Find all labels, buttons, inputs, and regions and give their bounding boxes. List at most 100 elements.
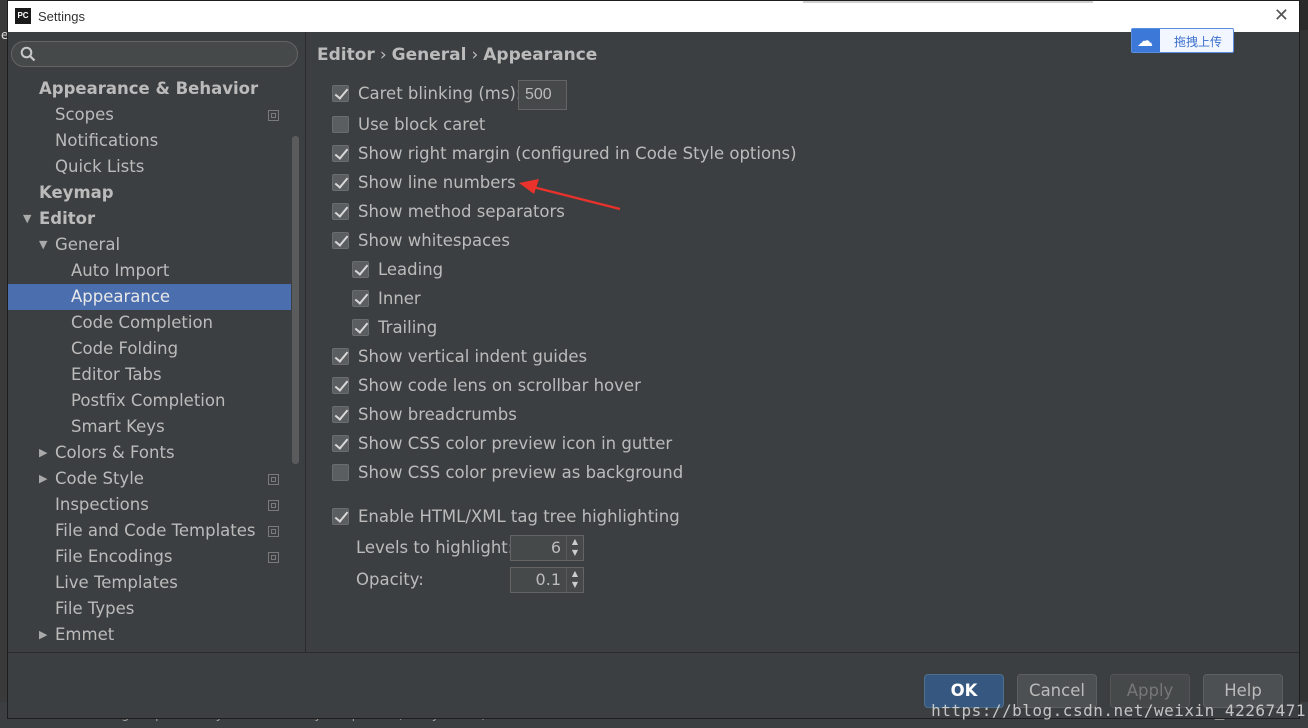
upload-label: 拖拽上传 [1174,35,1223,49]
sidebar-item-general[interactable]: ▼ General [8,232,291,258]
levels-to-highlight-spinner[interactable]: 6 ▲ ▼ [510,535,584,561]
show-vertical-indent-guides-checkbox[interactable] [332,348,349,365]
show-css-icon-checkbox[interactable] [332,435,349,452]
chevron-right-icon[interactable]: ▶ [39,440,47,466]
enable-tag-tree-checkbox[interactable] [332,508,349,525]
sidebar-item-notifications[interactable]: Notifications [8,128,291,154]
cloud-icon: ☁ [1132,29,1160,52]
use-block-caret-checkbox[interactable] [332,116,349,133]
sidebar-item-editor-tabs[interactable]: Editor Tabs [8,362,291,388]
show-line-numbers-checkbox[interactable] [332,174,349,191]
sidebar-item-label: Inspections [55,495,149,514]
chevron-down-icon[interactable]: ▼ [23,206,31,232]
sidebar-item-quick-lists[interactable]: Quick Lists [8,154,291,180]
spinner-arrows-icon[interactable]: ▲ ▼ [566,536,583,560]
title-bar-decoration [803,1,1093,3]
sidebar-item-label: Smart Keys [71,417,165,436]
sidebar-item-label: Auto Import [71,261,170,280]
project-scope-icon [268,552,279,563]
breadcrumb: Editor › General › Appearance [317,45,597,65]
project-scope-icon [268,500,279,511]
opacity-spinner[interactable]: 0.1 ▲ ▼ [510,567,584,593]
sidebar-item-keymap[interactable]: Keymap [8,180,291,206]
show-method-separators-label: Show method separators [358,202,565,221]
sidebar-item-colors-fonts[interactable]: ▶ Colors & Fonts [8,440,291,466]
sidebar-scrollbar[interactable] [292,136,299,464]
sidebar-item-appearance[interactable]: Appearance [8,284,291,310]
sidebar-item-label: Notifications [55,131,159,150]
show-whitespaces-label: Show whitespaces [358,231,510,250]
sidebar-item-file-types[interactable]: File Types [8,596,291,622]
settings-dialog: PC Settings ✕ Appearance & Behavior Scope… [7,0,1300,719]
whitespace-leading-checkbox[interactable] [352,261,369,278]
sidebar-item-appearance-behavior[interactable]: Appearance & Behavior [8,76,291,102]
sidebar-item-code-completion[interactable]: Code Completion [8,310,291,336]
sidebar-item-label: File and Code Templates [55,521,256,540]
show-code-lens-checkbox[interactable] [332,377,349,394]
project-scope-icon [268,526,279,537]
whitespace-trailing-checkbox[interactable] [352,319,369,336]
sidebar-item-file-and-code-templates[interactable]: File and Code Templates [8,518,291,544]
search-icon [20,46,36,62]
sidebar-item-code-folding[interactable]: Code Folding [8,336,291,362]
show-breadcrumbs-label: Show breadcrumbs [358,405,517,424]
sidebar-item-label: Live Templates [55,573,178,592]
sidebar-item-label: Editor [39,209,96,228]
close-icon[interactable]: ✕ [1274,5,1289,26]
show-css-background-label: Show CSS color preview as background [358,463,684,482]
whitespace-inner-checkbox[interactable] [352,290,369,307]
whitespace-inner-label: Inner [378,289,421,308]
show-css-icon-label: Show CSS color preview icon in gutter [358,434,673,453]
caret-blinking-checkbox[interactable] [332,85,349,102]
sidebar-item-emmet[interactable]: ▶ Emmet [8,622,291,648]
show-code-lens-label: Show code lens on scrollbar hover [358,376,641,395]
enable-tag-tree-label: Enable HTML/XML tag tree highlighting [358,507,680,526]
show-whitespaces-checkbox[interactable] [332,232,349,249]
search-input[interactable] [40,44,294,66]
spinner-arrows-icon[interactable]: ▲ ▼ [566,568,583,592]
sidebar-item-auto-import[interactable]: Auto Import [8,258,291,284]
window-title: Settings [38,9,85,24]
sidebar-item-label: Emmet [55,625,115,644]
search-box[interactable] [11,41,298,67]
caret-blinking-field[interactable] [518,80,567,110]
sidebar-item-postfix-completion[interactable]: Postfix Completion [8,388,291,414]
sidebar-item-label: Code Folding [71,339,179,358]
sidebar-item-label: Code Style [55,469,144,488]
breadcrumb-general: General [391,45,467,65]
project-scope-icon [268,474,279,485]
sidebar-item-label: Colors & Fonts [55,443,175,462]
sidebar-item-label: Keymap [39,183,114,202]
sidebar-item-inspections[interactable]: Inspections [8,492,291,518]
sidebar-item-scopes[interactable]: Scopes [8,102,291,128]
sidebar-item-label: File Encodings [55,547,173,566]
sidebar-item-label: Scopes [55,105,114,124]
upload-widget[interactable]: ☁ 拖拽上传 [1131,28,1234,53]
sidebar-item-file-encodings[interactable]: File Encodings [8,544,291,570]
chevron-down-icon[interactable]: ▼ [39,232,47,258]
chevron-right-icon[interactable]: ▶ [39,622,47,648]
sidebar-item-label: Postfix Completion [71,391,226,410]
show-right-margin-label: Show right margin (configured in Code St… [358,144,797,163]
show-css-background-checkbox[interactable] [332,464,349,481]
opacity-label: Opacity: [356,570,424,589]
show-breadcrumbs-checkbox[interactable] [332,406,349,423]
whitespace-trailing-label: Trailing [378,318,438,337]
sidebar-item-live-templates[interactable]: Live Templates [8,570,291,596]
sidebar-item-smart-keys[interactable]: Smart Keys [8,414,291,440]
breadcrumb-separator: › [379,45,387,65]
opacity-value: 0.1 [535,570,561,589]
sidebar-item-label: Appearance & Behavior [39,79,259,98]
levels-to-highlight-label: Levels to highlight: [356,538,514,557]
show-right-margin-checkbox[interactable] [332,145,349,162]
levels-to-highlight-value: 6 [550,538,561,557]
sidebar-item-label: Code Completion [71,313,213,332]
sidebar-item-code-style[interactable]: ▶ Code Style [8,466,291,492]
chevron-right-icon[interactable]: ▶ [39,466,47,492]
sidebar-item-editor[interactable]: ▼ Editor [8,206,291,232]
show-method-separators-checkbox[interactable] [332,203,349,220]
sidebar-item-label: Quick Lists [55,157,145,176]
sidebar-item-label: General [55,235,121,254]
show-vertical-indent-guides-label: Show vertical indent guides [358,347,588,366]
settings-tree: Appearance & Behavior Scopes Notifications… [8,76,291,648]
